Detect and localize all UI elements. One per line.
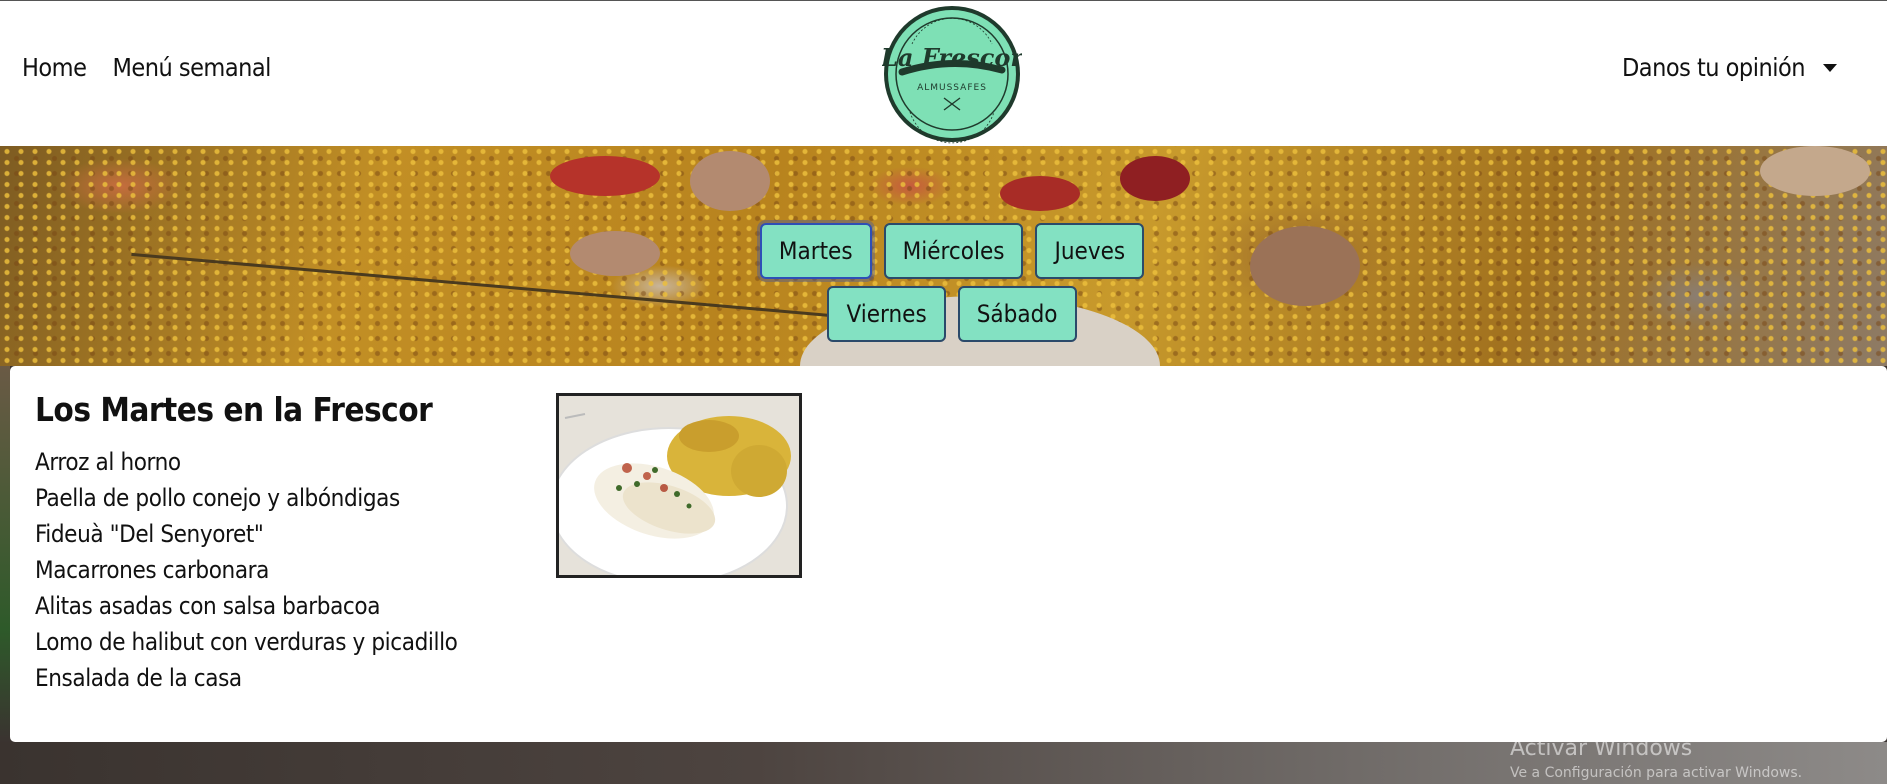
day-tab-viernes[interactable]: Viernes bbox=[827, 286, 946, 342]
feedback-dropdown[interactable]: Danos tu opinión bbox=[1622, 53, 1837, 82]
nav-link-weekly-menu[interactable]: Menú semanal bbox=[112, 53, 271, 82]
watermark-line-2: Ve a Configuración para activar Windows. bbox=[1510, 765, 1803, 781]
caret-down-icon bbox=[1823, 63, 1837, 72]
dish-item: Macarrones carbonara bbox=[35, 556, 269, 584]
hero-mushroom bbox=[570, 231, 660, 276]
dish-item: Fideuà "Del Senyoret" bbox=[35, 520, 264, 548]
hero-mushroom bbox=[1250, 226, 1360, 306]
la-frescor-logo[interactable]: La Frescor ALMUSSAFES bbox=[882, 4, 1022, 144]
windows-activation-watermark: Activar Windows Ve a Configuración para … bbox=[1510, 736, 1802, 781]
day-tab-miercoles[interactable]: Miércoles bbox=[883, 223, 1024, 279]
hero-pepper bbox=[550, 156, 660, 196]
top-navbar: Home Menú semanal La Frescor ALMUSSAFES … bbox=[0, 0, 1887, 146]
dish-item: Paella de pollo conejo y albóndigas bbox=[35, 484, 400, 512]
nav-link-home[interactable]: Home bbox=[22, 53, 87, 82]
dish-list: Arroz al horno Paella de pollo conejo y … bbox=[35, 444, 458, 696]
hero-pepper bbox=[1000, 176, 1080, 211]
dish-photo bbox=[556, 393, 802, 578]
logo-town: ALMUSSAFES bbox=[917, 83, 987, 93]
watermark-line-1: Activar Windows bbox=[1510, 736, 1693, 761]
fish-rice-plate-image bbox=[559, 396, 799, 575]
menu-card: Los Martes en la Frescor Arroz al horno … bbox=[10, 366, 1887, 742]
feedback-dropdown-label: Danos tu opinión bbox=[1621, 53, 1806, 82]
dish-item: Arroz al horno bbox=[35, 448, 181, 476]
menu-title: Los Martes en la Frescor bbox=[35, 390, 433, 429]
day-selector: Martes Miércoles Jueves Viernes Sábado bbox=[710, 223, 1194, 342]
primary-nav: Home Menú semanal bbox=[22, 53, 271, 82]
background-edge bbox=[0, 366, 10, 742]
day-tab-martes[interactable]: Martes bbox=[759, 223, 872, 279]
hero-mushroom bbox=[1760, 146, 1870, 196]
dish-item: Lomo de halibut con verduras y picadillo bbox=[35, 628, 458, 656]
dish-item: Alitas asadas con salsa barbacoa bbox=[35, 592, 381, 620]
day-tab-jueves[interactable]: Jueves bbox=[1035, 223, 1145, 279]
day-tab-sabado[interactable]: Sábado bbox=[957, 286, 1077, 342]
hero-pepper bbox=[1120, 156, 1190, 201]
svg-text:La Frescor: La Frescor bbox=[882, 43, 1022, 72]
dish-item: Ensalada de la casa bbox=[35, 664, 242, 692]
hero-mushroom bbox=[690, 151, 770, 211]
